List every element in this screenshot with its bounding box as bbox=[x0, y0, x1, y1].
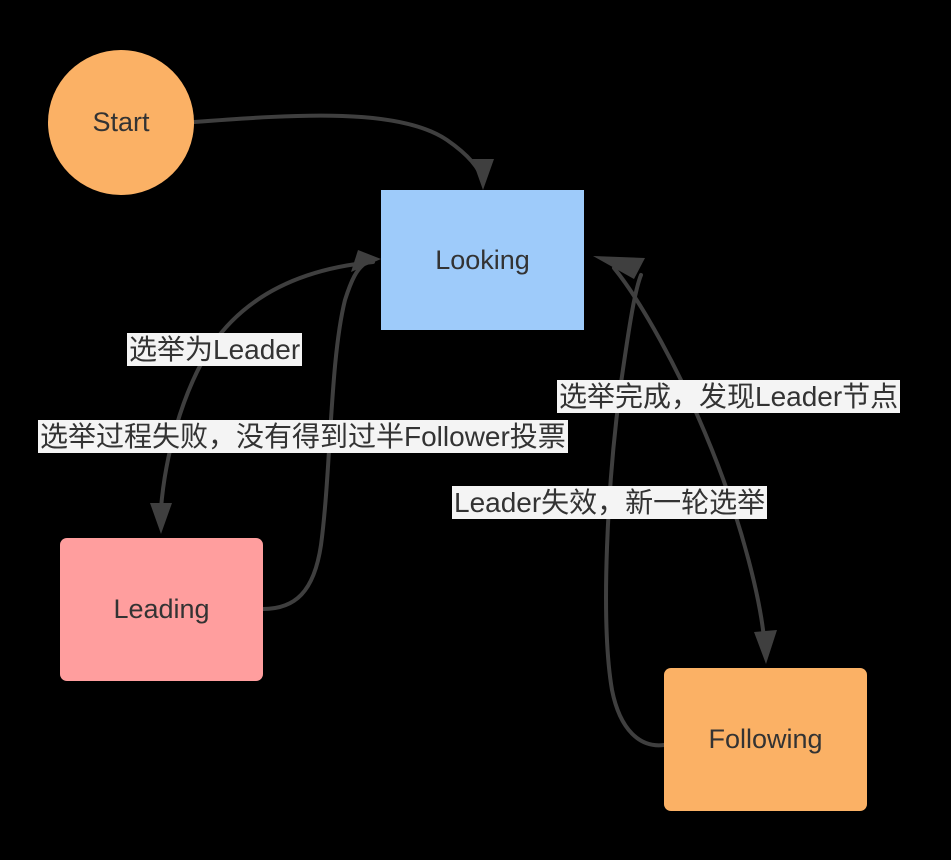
edge-looking-to-following bbox=[612, 266, 777, 664]
edge-start-to-looking bbox=[192, 113, 494, 190]
state-diagram: Start Looking Leading Following 选举为Leade… bbox=[0, 0, 951, 860]
node-leading-label: Leading bbox=[113, 594, 209, 624]
edge-label-following-to-looking: Leader失效，新一轮选举 bbox=[452, 486, 768, 519]
node-looking[interactable]: Looking bbox=[381, 190, 584, 330]
arrowhead-icon bbox=[150, 503, 172, 534]
edge-looking-to-leading bbox=[150, 260, 375, 534]
arrowhead-icon bbox=[754, 630, 777, 664]
node-start-label: Start bbox=[92, 107, 150, 137]
node-start[interactable]: Start bbox=[48, 50, 194, 195]
edge-label-looking-to-leading: 选举为Leader bbox=[127, 333, 303, 366]
node-following[interactable]: Following bbox=[664, 668, 867, 811]
node-leading[interactable]: Leading bbox=[60, 538, 263, 681]
edge-label-looking-to-following: 选举完成，发现Leader节点 bbox=[557, 380, 901, 413]
arrowhead-icon bbox=[472, 159, 494, 190]
arrowhead-icon bbox=[351, 250, 381, 272]
edge-label-leading-to-looking: 选举过程失败，没有得到过半Follower投票 bbox=[38, 420, 568, 453]
node-following-label: Following bbox=[708, 724, 822, 754]
node-looking-label: Looking bbox=[435, 245, 530, 275]
